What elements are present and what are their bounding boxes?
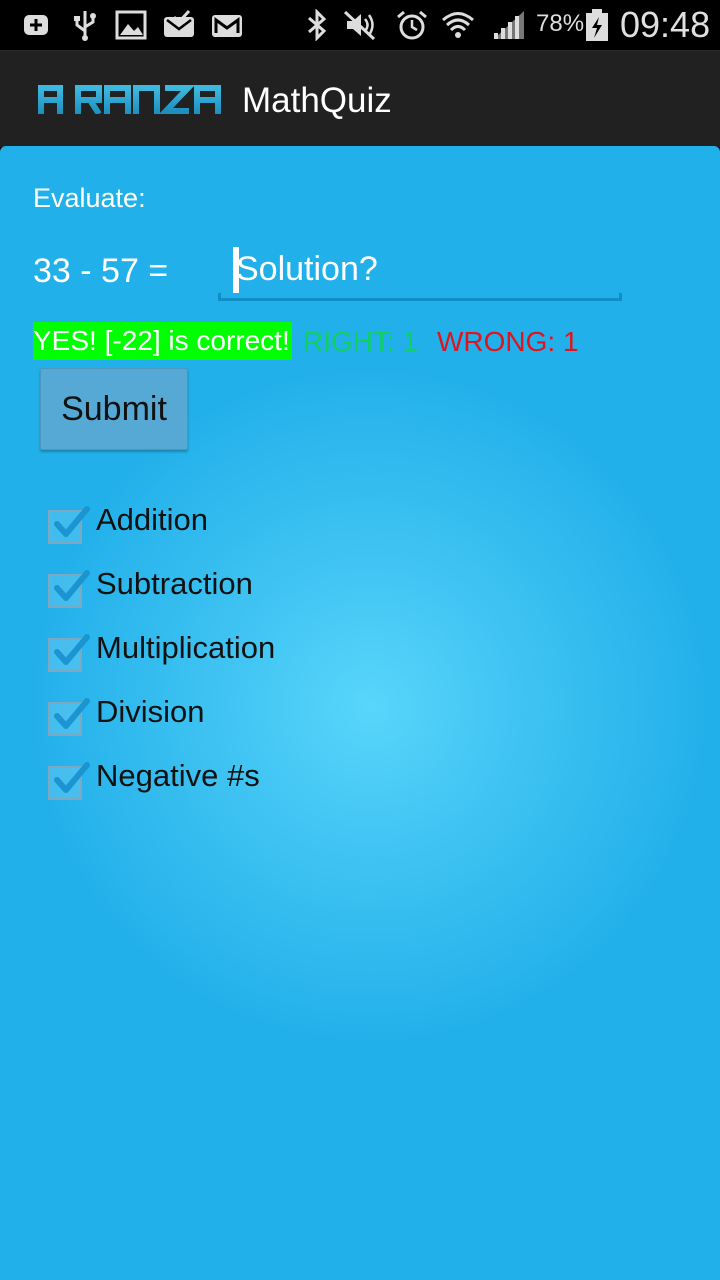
checkbox[interactable]	[48, 634, 90, 672]
gallery-icon	[115, 10, 147, 40]
option-label: Multiplication	[96, 630, 276, 665]
result-message: YES! [-22] is correct!	[33, 322, 292, 360]
battery-percent: 78%	[536, 10, 585, 37]
checkbox[interactable]	[48, 570, 90, 608]
status-bar: 78% 09:48	[0, 0, 720, 50]
option-label: Addition	[96, 502, 209, 537]
checkmark-icon	[54, 570, 90, 601]
wifi-icon	[442, 12, 474, 38]
solution-placeholder: Solution?	[236, 250, 378, 288]
bluetooth-icon	[308, 9, 327, 41]
checkmark-icon	[54, 634, 90, 665]
checkbox[interactable]	[48, 762, 90, 800]
solution-input[interactable]: Solution?	[218, 246, 622, 301]
mute-icon	[343, 10, 376, 41]
option-label: Negative #s	[96, 758, 260, 793]
app-title: MathQuiz	[242, 81, 392, 120]
gmail-icon	[212, 15, 242, 37]
plus-notification-icon	[24, 15, 48, 35]
alarm-icon	[397, 10, 427, 40]
airanza-logo	[38, 85, 221, 114]
checkmark-icon	[54, 762, 90, 793]
signal-icon	[494, 11, 524, 39]
usb-icon	[74, 11, 96, 41]
checkbox[interactable]	[48, 698, 90, 736]
submit-button[interactable]: Submit	[40, 368, 188, 450]
equation-text: 33 - 57 =	[33, 252, 169, 290]
checkmark-icon	[54, 698, 90, 729]
checkbox[interactable]	[48, 506, 90, 544]
battery-icon	[586, 9, 608, 41]
clock: 09:48	[620, 4, 711, 45]
right-count: RIGHT: 1	[303, 326, 419, 357]
wrong-count: WRONG: 1	[437, 326, 579, 357]
option-label: Subtraction	[96, 566, 253, 601]
checkmark-icon	[54, 506, 90, 537]
email-check-icon	[164, 9, 194, 37]
evaluate-label: Evaluate:	[33, 183, 146, 213]
option-label: Division	[96, 694, 205, 729]
